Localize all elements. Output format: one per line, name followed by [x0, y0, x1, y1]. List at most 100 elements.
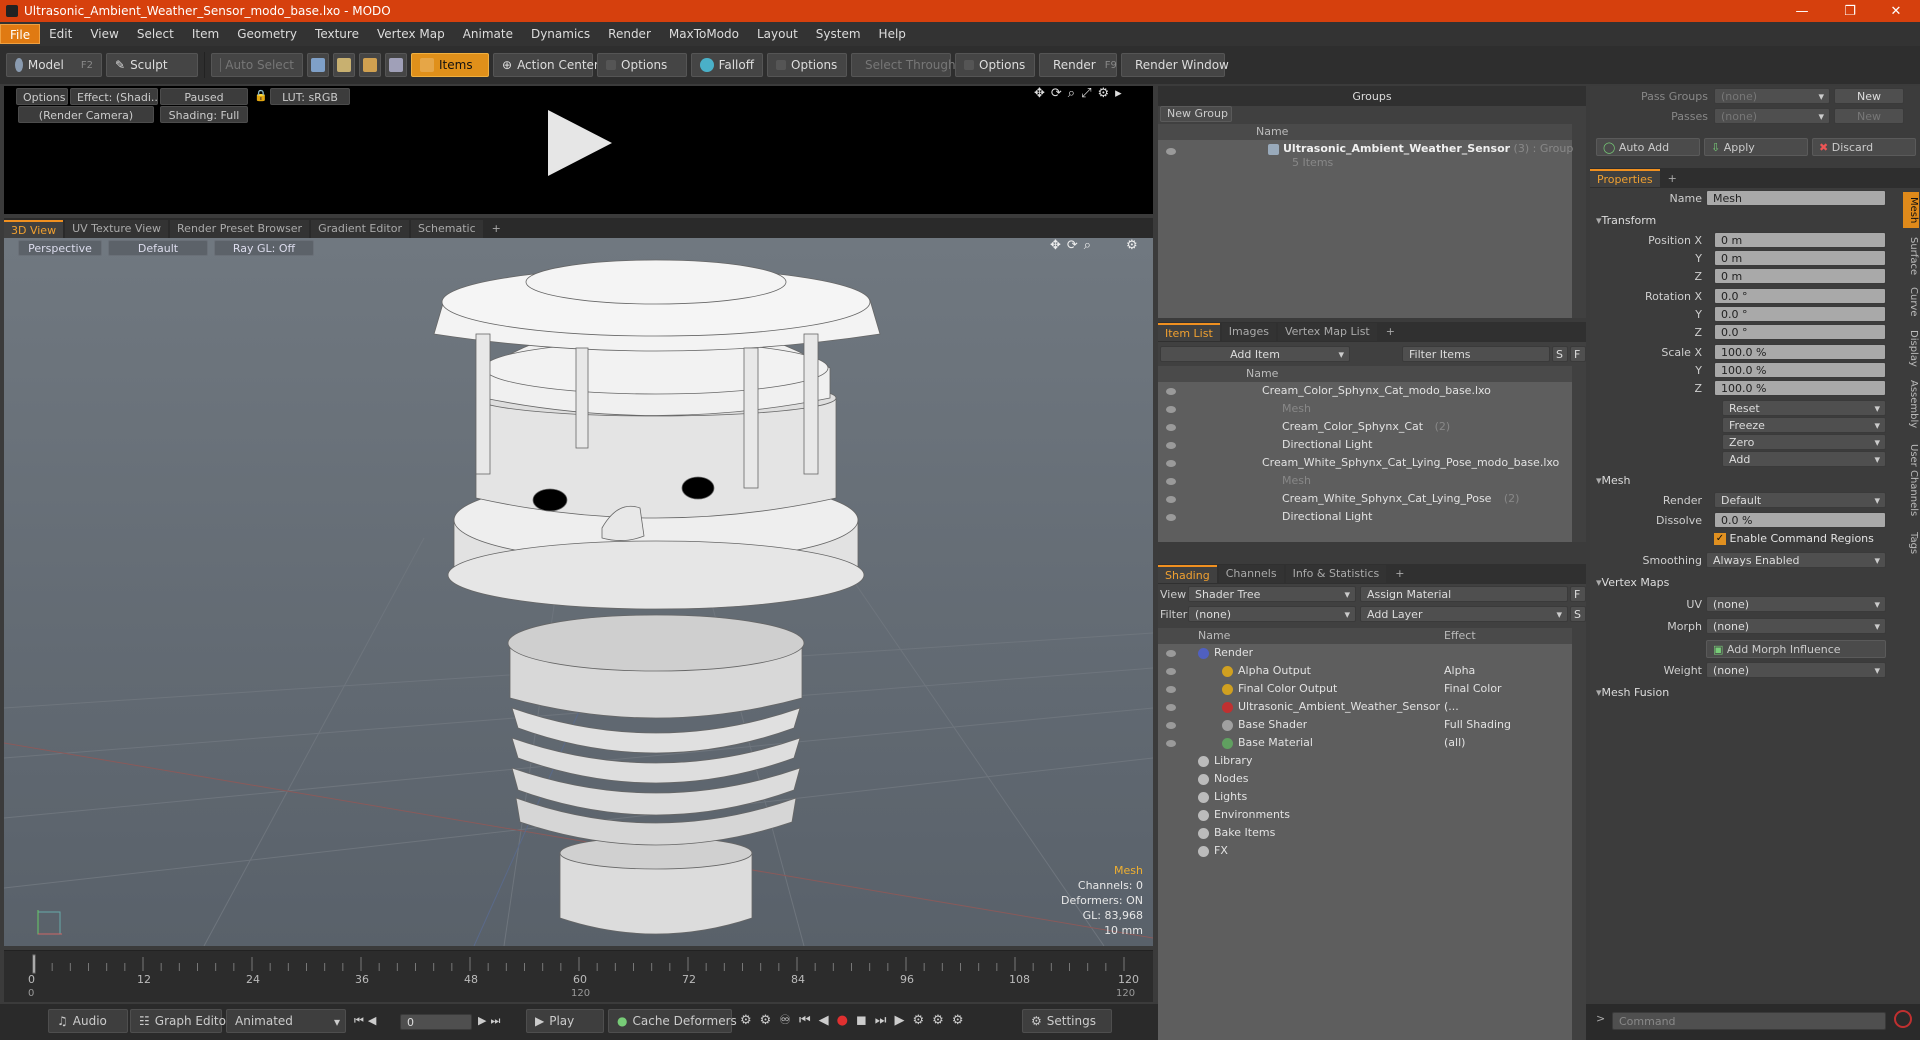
tab-gradient-editor[interactable]: Gradient Editor — [311, 220, 409, 238]
visibility-eye-icon[interactable] — [1166, 460, 1176, 467]
tab-properties[interactable]: Properties — [1590, 169, 1660, 187]
select-through-button[interactable]: Select Through — [851, 53, 956, 77]
preview-paused-button[interactable]: Paused — [160, 88, 248, 105]
item-s-button[interactable]: S — [1552, 346, 1568, 362]
shading-f-button[interactable]: F — [1570, 586, 1586, 602]
dissolve-field[interactable]: 0.0 % — [1714, 512, 1886, 528]
zero-dropdown[interactable]: Zero — [1722, 434, 1886, 450]
item-f-button[interactable]: F — [1570, 346, 1586, 362]
raygl-button[interactable]: Ray GL: Off — [214, 240, 314, 256]
passes-dropdown[interactable]: (none) — [1714, 108, 1830, 124]
side-tab-user-channels[interactable]: User Channels — [1903, 438, 1919, 522]
select-through-options-button[interactable]: Options — [955, 53, 1035, 77]
viewport-gear-icon[interactable]: ⚙ — [1126, 238, 1138, 253]
render-dropdown[interactable]: Default — [1714, 492, 1886, 508]
lock-icon[interactable]: 🔒 — [254, 89, 268, 102]
scale-y-field[interactable]: 100.0 % — [1714, 362, 1886, 378]
preview-shading-button[interactable]: Shading: Full — [160, 106, 248, 123]
list-item[interactable]: Mesh — [1158, 472, 1572, 490]
visibility-eye-icon[interactable] — [1166, 478, 1176, 485]
discard-button[interactable]: ✖ Discard — [1812, 138, 1916, 156]
preview-options-button[interactable]: Options — [16, 88, 68, 105]
table-row[interactable]: Bake Items — [1158, 824, 1572, 842]
shader-effect-value[interactable]: (all) — [1444, 734, 1465, 752]
timeline-playhead[interactable] — [32, 954, 36, 974]
smoothing-dropdown[interactable]: Always Enabled — [1706, 552, 1886, 568]
visibility-eye-icon[interactable] — [1166, 650, 1176, 657]
new-group-button[interactable]: New Group — [1160, 106, 1232, 122]
add-tab-button[interactable]: + — [1388, 565, 1411, 583]
visibility-eye-icon[interactable] — [1166, 442, 1176, 449]
tab-item-list[interactable]: Item List — [1158, 323, 1220, 341]
polygons-mode-button[interactable] — [359, 53, 381, 77]
uv-dropdown[interactable]: (none) — [1706, 596, 1886, 612]
perspective-button[interactable]: Perspective — [18, 240, 102, 256]
preview-lut-button[interactable]: LUT: sRGB — [270, 88, 350, 105]
edges-mode-button[interactable] — [333, 53, 355, 77]
auto-add-button[interactable]: ◯ Auto Add — [1596, 138, 1700, 156]
tab-3d-view[interactable]: 3D View — [4, 220, 64, 238]
model-button[interactable]: Model F2 — [6, 53, 102, 77]
preview-nav-icons[interactable]: ✥⟳⌕⤢⚙▸ — [1034, 86, 1128, 101]
table-row[interactable]: Ultrasonic_Ambient_Weather_Sensor (... — [1158, 698, 1572, 716]
menu-file[interactable]: File — [0, 24, 41, 44]
apply-button[interactable]: ⇩ Apply — [1704, 138, 1808, 156]
shader-effect-value[interactable]: Full Shading — [1444, 716, 1511, 734]
maximize-button[interactable]: ❐ — [1830, 0, 1870, 22]
timeline[interactable]: 0 12 24 36 48 60 72 84 96 108 120 0 120 120 — [4, 950, 1153, 1002]
play-button[interactable]: ▶ Play — [526, 1009, 604, 1033]
scale-x-field[interactable]: 100.0 % — [1714, 344, 1886, 360]
reset-dropdown[interactable]: Reset — [1722, 400, 1886, 416]
visibility-eye-icon[interactable] — [1166, 496, 1176, 503]
cache-deformers-button[interactable]: ● Cache Deformers — [608, 1009, 737, 1033]
list-item[interactable]: Directional Light — [1158, 436, 1572, 454]
enable-command-regions-checkbox[interactable]: ✓ Enable Command Regions — [1714, 530, 1874, 548]
sensor-mesh[interactable] — [433, 259, 881, 935]
tab-info-statistics[interactable]: Info & Statistics — [1285, 565, 1387, 583]
shader-effect-value[interactable]: Final Color — [1444, 680, 1502, 698]
table-row[interactable]: FX — [1158, 842, 1572, 860]
list-item[interactable]: Directional Light — [1158, 508, 1572, 526]
freeze-dropdown[interactable]: Freeze — [1722, 417, 1886, 433]
render-button[interactable]: Render F9 — [1039, 53, 1117, 77]
menu-geometry[interactable]: Geometry — [228, 24, 306, 44]
tab-schematic[interactable]: Schematic — [411, 220, 483, 238]
table-row[interactable]: Final Color Output Final Color — [1158, 680, 1572, 698]
visibility-eye-icon[interactable] — [1166, 668, 1176, 675]
menu-render[interactable]: Render — [599, 24, 660, 44]
transport-start-icons[interactable]: ⏮◀ — [354, 1014, 380, 1028]
assign-material-button[interactable]: Assign Material — [1360, 586, 1568, 602]
tab-shading[interactable]: Shading — [1158, 565, 1217, 583]
list-item[interactable]: Cream_White_Sphynx_Cat_Lying_Pose (2) — [1158, 490, 1572, 508]
table-row[interactable]: Environments — [1158, 806, 1572, 824]
list-item[interactable]: Cream_Color_Sphynx_Cat_modo_base.lxo — [1158, 382, 1572, 400]
action-center-options-button[interactable]: Options — [597, 53, 687, 77]
shader-effect-value[interactable]: Alpha — [1444, 662, 1475, 680]
visibility-eye-icon[interactable] — [1166, 704, 1176, 711]
tab-images[interactable]: Images — [1221, 323, 1276, 341]
menu-animate[interactable]: Animate — [454, 24, 522, 44]
add-layer-dropdown[interactable]: Add Layer — [1360, 606, 1568, 622]
command-input[interactable]: Command — [1612, 1012, 1886, 1030]
menu-texture[interactable]: Texture — [306, 24, 368, 44]
transform-section[interactable]: Transform — [1596, 214, 1657, 227]
key-controls-icons[interactable]: ⚙⚙♾⏮◀●◼⏭▶⚙⚙⚙ — [740, 1013, 971, 1028]
menu-layout[interactable]: Layout — [748, 24, 807, 44]
visibility-eye-icon[interactable] — [1166, 514, 1176, 521]
preview-camera-button[interactable]: (Render Camera) — [18, 106, 154, 123]
settings-button[interactable]: ⚙ Settings — [1022, 1009, 1112, 1033]
menu-maxtomodo[interactable]: MaxToModo — [660, 24, 748, 44]
tab-vertex-map-list[interactable]: Vertex Map List — [1277, 323, 1377, 341]
filter-dropdown[interactable]: (none) — [1188, 606, 1356, 622]
menu-vertex-map[interactable]: Vertex Map — [368, 24, 454, 44]
menu-item[interactable]: Item — [183, 24, 228, 44]
sculpt-button[interactable]: ✎ Sculpt — [106, 53, 198, 77]
new-pass-button[interactable]: New — [1834, 108, 1904, 124]
table-row[interactable]: Alpha Output Alpha — [1158, 662, 1572, 680]
add-tab-button[interactable]: + — [1668, 172, 1677, 185]
table-row[interactable]: Lights — [1158, 788, 1572, 806]
audio-button[interactable]: ♫ Audio — [48, 1009, 128, 1033]
tab-uv-texture-view[interactable]: UV Texture View — [65, 220, 169, 238]
weight-dropdown[interactable]: (none) — [1706, 662, 1886, 678]
visibility-eye-icon[interactable] — [1166, 686, 1176, 693]
